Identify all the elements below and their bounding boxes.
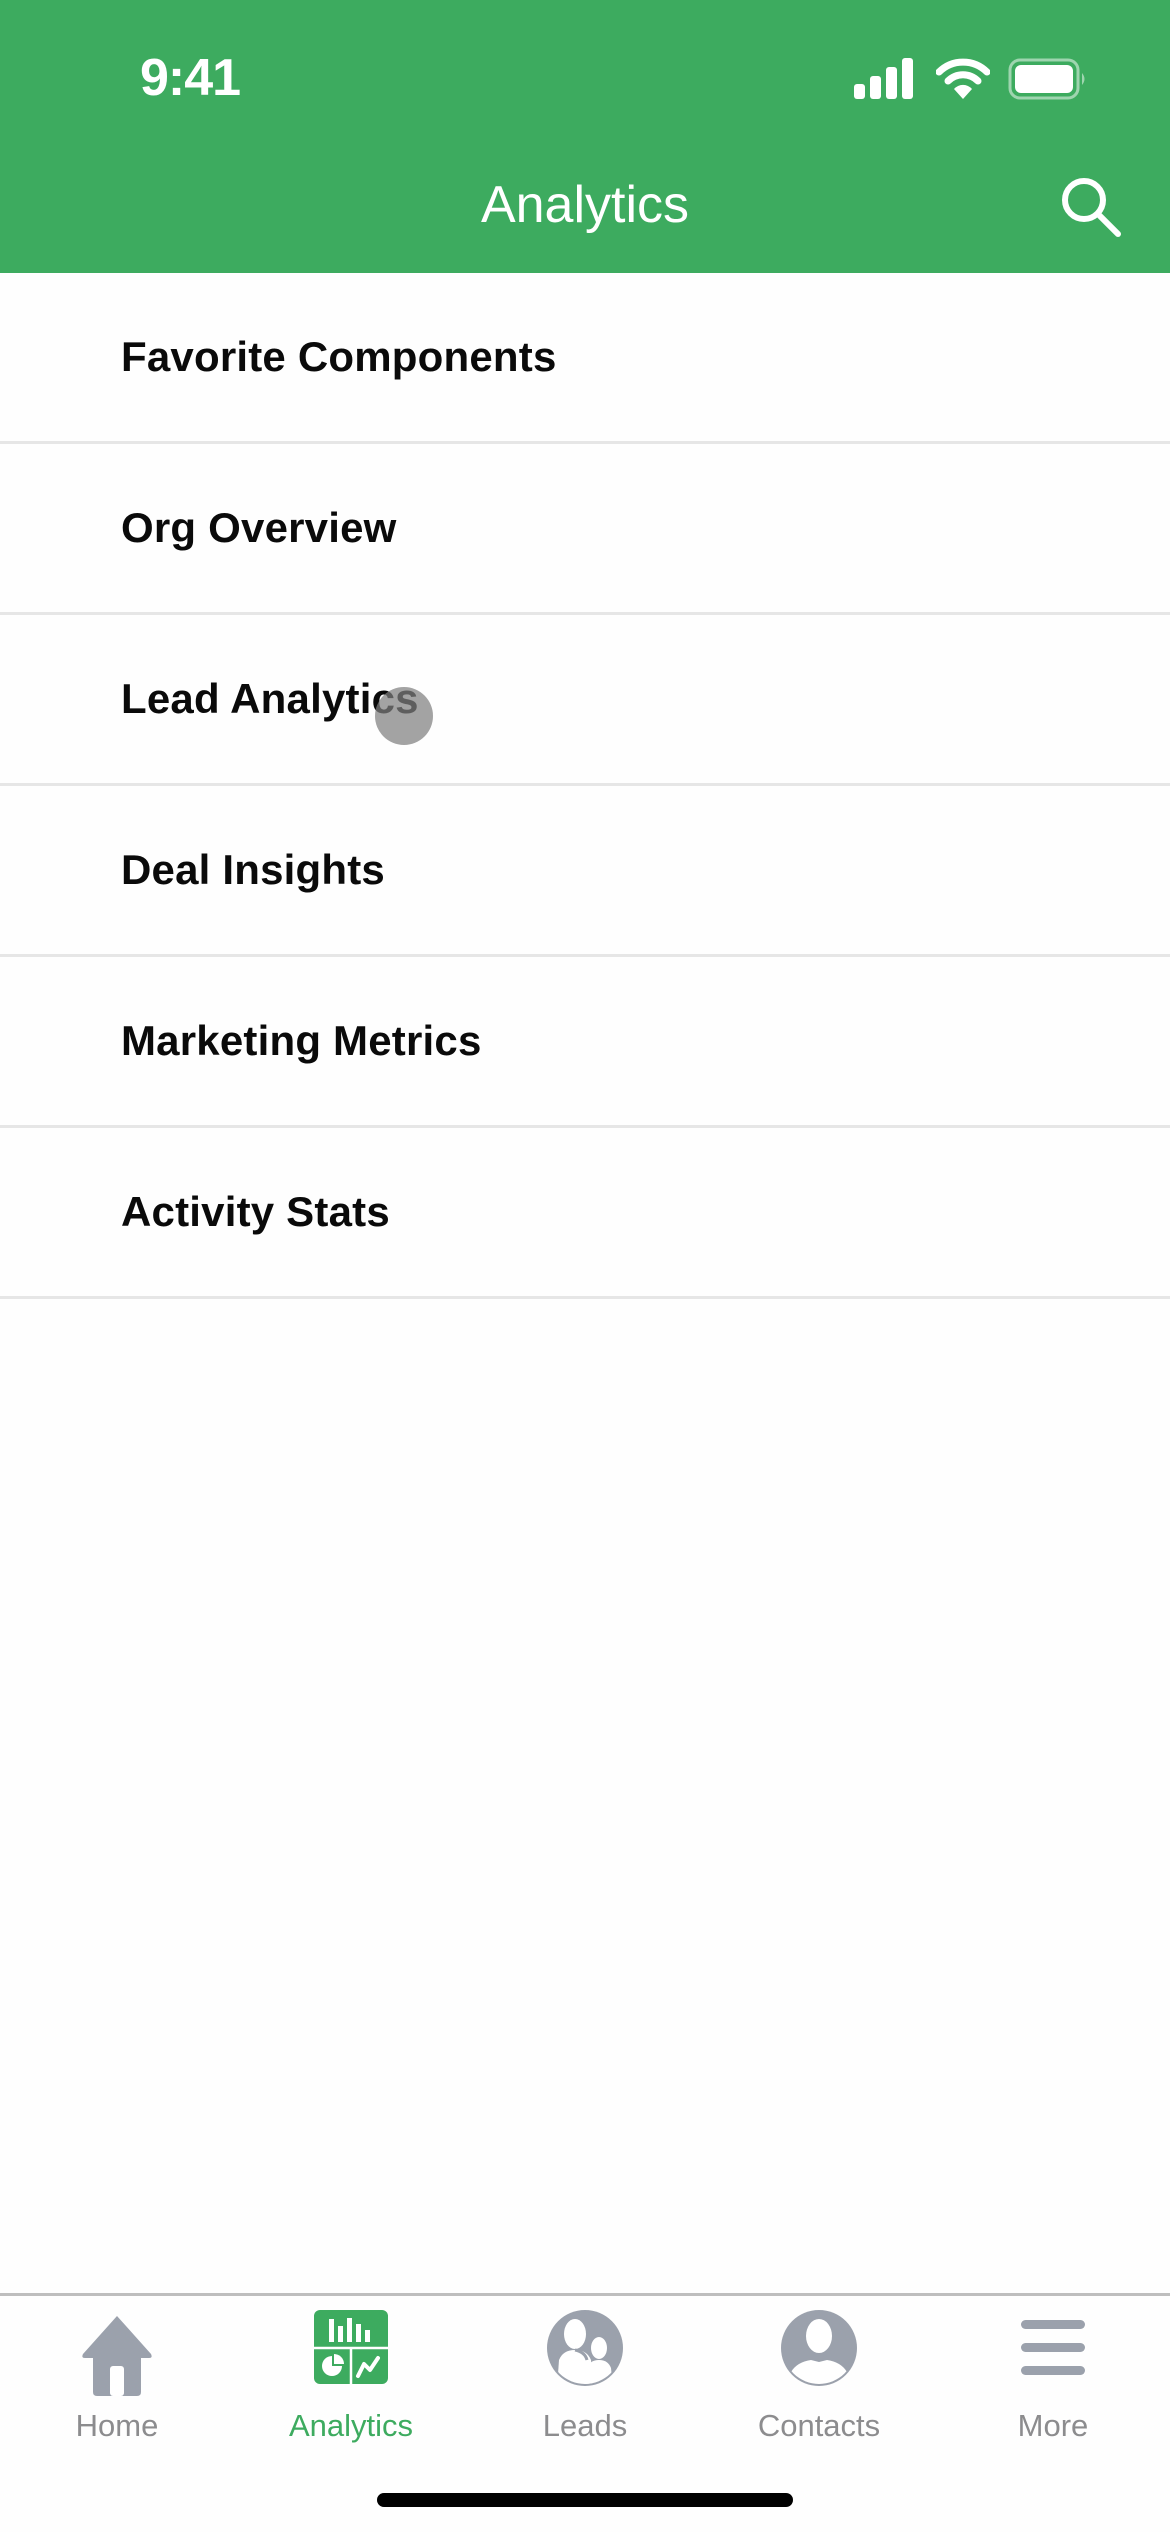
tab-analytics[interactable]: Analytics [234, 2296, 468, 2456]
cellular-signal-icon [854, 58, 913, 99]
home-icon [82, 2316, 152, 2396]
wifi-icon [936, 58, 990, 99]
tab-label: Leads [542, 2408, 628, 2443]
list-item-label: Deal Insights [121, 846, 385, 893]
tab-label: Analytics [288, 2408, 414, 2443]
tab-leads[interactable]: Leads [468, 2296, 702, 2456]
menu-icon [1021, 2320, 1085, 2375]
list-item-deal-insights[interactable]: Deal Insights [0, 786, 1170, 957]
list-item-label: Activity Stats [121, 1188, 390, 1235]
tab-contacts[interactable]: Contacts [702, 2296, 936, 2456]
list-item-org-overview[interactable]: Org Overview [0, 444, 1170, 615]
page-title: Analytics [480, 176, 690, 234]
nav-header: 9:41 Analytics [0, 0, 1170, 273]
leads-icon [547, 2310, 623, 2386]
tab-home[interactable]: Home [0, 2296, 234, 2456]
search-button[interactable] [1056, 170, 1132, 246]
list-item-label: Org Overview [121, 504, 397, 551]
list-item-lead-analytics[interactable]: Lead Analytics [0, 615, 1170, 786]
touch-indicator [375, 687, 433, 745]
status-time: 9:41 [140, 49, 241, 107]
list-item-label: Marketing Metrics [121, 1017, 482, 1064]
tab-label: More [1017, 2408, 1089, 2443]
analytics-list: Favorite Components Org Overview Lead An… [0, 273, 1170, 1299]
analytics-icon [314, 2310, 388, 2384]
list-item-marketing-metrics[interactable]: Marketing Metrics [0, 957, 1170, 1128]
search-icon [1062, 178, 1121, 237]
battery-icon [1008, 58, 1085, 100]
tab-more[interactable]: More [936, 2296, 1170, 2456]
list-item-activity-stats[interactable]: Activity Stats [0, 1128, 1170, 1299]
list-item-label: Favorite Components [121, 333, 557, 380]
home-indicator[interactable] [377, 2493, 793, 2507]
tab-label: Contacts [757, 2408, 881, 2443]
contacts-icon [781, 2310, 857, 2386]
list-item-favorite-components[interactable]: Favorite Components [0, 273, 1170, 444]
tab-label: Home [75, 2408, 159, 2443]
